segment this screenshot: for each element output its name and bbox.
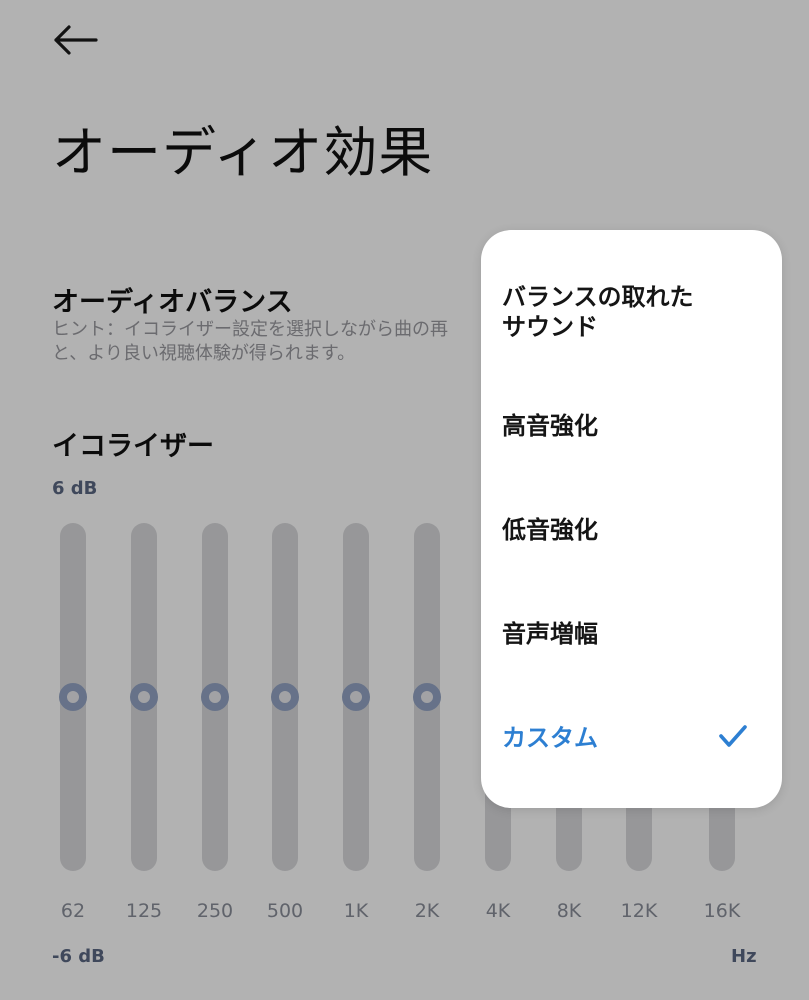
preset-balanced-line-1: バランスの取れた (502, 283, 694, 311)
preset-voice-boost[interactable]: 音声増幅 (502, 619, 772, 649)
preset-balanced[interactable]: バランスの取れた サウンド (502, 282, 772, 342)
checkmark-icon (719, 725, 747, 747)
preset-treble-boost[interactable]: 高音強化 (502, 411, 772, 441)
preset-bass-boost[interactable]: 低音強化 (502, 515, 772, 545)
preset-balanced-line-2: サウンド (502, 313, 598, 341)
preset-custom-label: カスタム (502, 724, 598, 752)
balance-preset-menu: バランスの取れた サウンド 高音強化 低音強化 音声増幅 カスタム (481, 230, 782, 808)
preset-custom[interactable]: カスタム (502, 723, 772, 753)
